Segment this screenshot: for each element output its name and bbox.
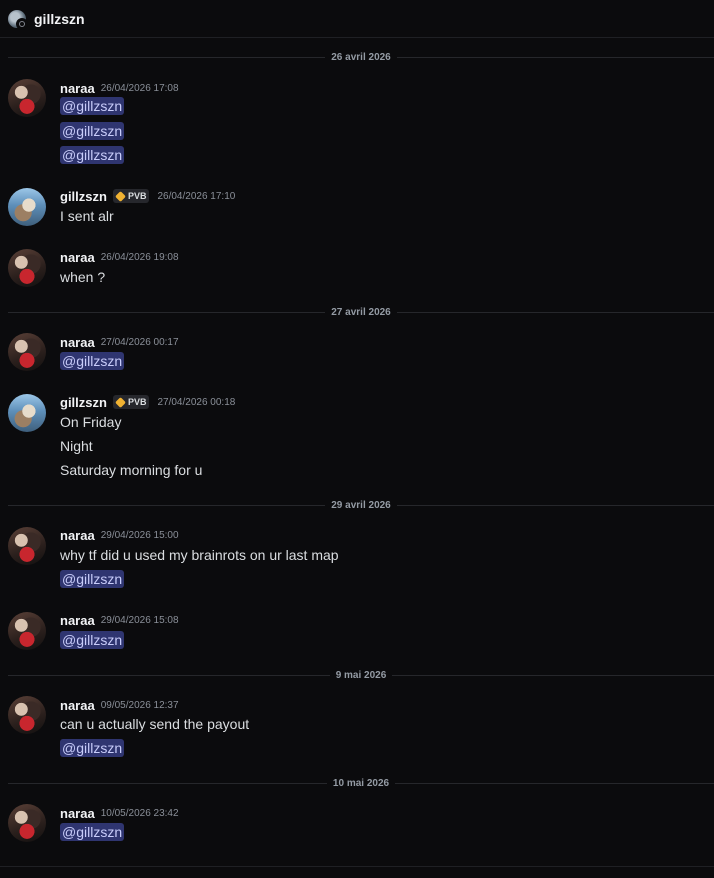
message-text: I sent alr <box>60 208 114 224</box>
user-mention[interactable]: @gillzszn <box>60 631 125 649</box>
message-text: On Friday <box>60 414 122 430</box>
author-name[interactable]: naraa <box>60 81 95 96</box>
date-label: 10 mai 2026 <box>332 777 390 789</box>
divider-line <box>8 311 326 313</box>
message-composer-edge[interactable] <box>0 866 714 878</box>
divider-line <box>396 311 714 313</box>
user-mention[interactable]: @gillzszn <box>60 352 125 370</box>
date-divider: 9 mai 2026 <box>8 668 714 682</box>
avatar[interactable] <box>8 333 46 371</box>
author-name[interactable]: naraa <box>60 613 95 628</box>
message-text: when ? <box>60 269 106 285</box>
guild-tag[interactable]: PVB <box>112 189 150 203</box>
user-mention[interactable]: @gillzszn <box>60 570 125 588</box>
message-text: Saturday morning for u <box>60 462 203 478</box>
message-text: can u actually send the payout <box>60 716 250 732</box>
user-mention[interactable]: @gillzszn <box>60 146 125 164</box>
timestamp: 10/05/2026 23:42 <box>100 807 179 819</box>
author-name[interactable]: naraa <box>60 250 95 265</box>
author-name[interactable]: naraa <box>60 806 95 821</box>
avatar[interactable] <box>8 612 46 650</box>
avatar[interactable] <box>8 696 46 734</box>
timestamp: 29/04/2026 15:08 <box>100 614 179 626</box>
timestamp: 26/04/2026 19:08 <box>100 251 179 263</box>
divider-line <box>396 504 714 506</box>
author-name[interactable]: gillzszn <box>60 395 107 410</box>
guild-tag-icon <box>115 396 126 408</box>
offline-status-icon <box>16 17 28 30</box>
timestamp: 09/05/2026 12:37 <box>100 699 179 711</box>
avatar[interactable] <box>8 804 46 842</box>
divider-line <box>396 56 714 58</box>
author-name[interactable]: naraa <box>60 335 95 350</box>
user-mention[interactable]: @gillzszn <box>60 739 125 757</box>
dm-header: gillzszn <box>0 0 714 38</box>
author-name[interactable]: naraa <box>60 698 95 713</box>
divider-line <box>8 782 327 784</box>
date-label: 27 avril 2026 <box>331 306 391 318</box>
message-text: why tf did u used my brainrots on ur las… <box>60 547 339 563</box>
user-mention[interactable]: @gillzszn <box>60 97 125 115</box>
divider-line <box>8 504 326 506</box>
guild-tag-label: PVB <box>127 191 147 201</box>
timestamp: 27/04/2026 00:17 <box>100 336 179 348</box>
date-divider: 10 mai 2026 <box>8 776 714 790</box>
timestamp: 26/04/2026 17:08 <box>100 82 179 94</box>
user-avatar-icon[interactable] <box>8 9 28 30</box>
divider-line <box>392 674 714 676</box>
avatar[interactable] <box>8 249 46 287</box>
avatar[interactable] <box>8 79 46 117</box>
author-name[interactable]: gillzszn <box>60 189 107 204</box>
guild-tag[interactable]: PVB <box>112 395 150 409</box>
avatar[interactable] <box>8 394 46 432</box>
date-label: 29 avril 2026 <box>331 499 391 511</box>
date-divider: 29 avril 2026 <box>8 498 714 512</box>
channel-title[interactable]: gillzszn <box>34 11 85 27</box>
date-label: 9 mai 2026 <box>335 669 387 681</box>
message-text: Night <box>60 438 93 454</box>
timestamp: 27/04/2026 00:18 <box>157 396 236 408</box>
divider-line <box>395 782 714 784</box>
timestamp: 29/04/2026 15:00 <box>100 529 179 541</box>
guild-tag-icon <box>115 190 126 202</box>
date-divider: 26 avril 2026 <box>8 50 714 64</box>
divider-line <box>8 674 330 676</box>
user-mention[interactable]: @gillzszn <box>60 122 125 140</box>
timestamp: 26/04/2026 17:10 <box>157 190 236 202</box>
avatar[interactable] <box>8 527 46 565</box>
user-mention[interactable]: @gillzszn <box>60 823 125 841</box>
avatar[interactable] <box>8 188 46 226</box>
guild-tag-label: PVB <box>127 397 147 407</box>
divider-line <box>8 56 326 58</box>
date-divider: 27 avril 2026 <box>8 305 714 319</box>
date-label: 26 avril 2026 <box>331 51 391 63</box>
author-name[interactable]: naraa <box>60 528 95 543</box>
